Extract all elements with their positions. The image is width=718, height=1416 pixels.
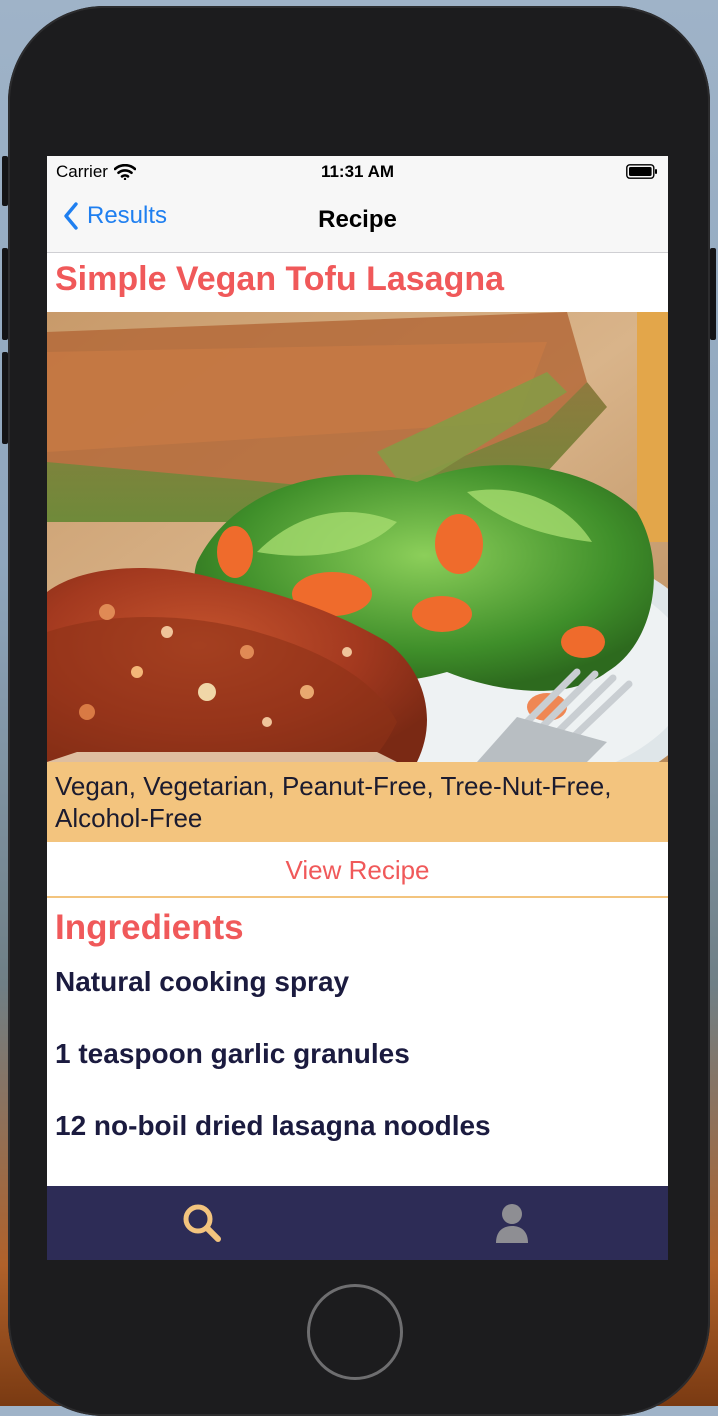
ingredient-item: 1 teaspoon garlic granules xyxy=(55,1038,410,1069)
home-button[interactable] xyxy=(307,1284,403,1380)
ingredients-list: Natural cooking spray 1 teaspoon garlic … xyxy=(55,966,491,1182)
volume-up-button xyxy=(2,248,8,340)
battery-icon xyxy=(626,164,657,179)
volume-down-button xyxy=(2,352,8,444)
tab-profile[interactable] xyxy=(357,1186,667,1260)
mute-switch xyxy=(2,156,8,206)
recipe-photo xyxy=(47,312,668,762)
tab-search[interactable] xyxy=(47,1186,357,1260)
power-button xyxy=(710,248,716,340)
status-time: 11:31 AM xyxy=(320,162,395,181)
status-bar: Carrier 11:31 AM xyxy=(47,156,668,188)
health-labels: Vegan, Vegetarian, Peanut-Free, Tree-Nut… xyxy=(47,762,668,842)
app-screen: Carrier 11:31 AM Results Recipe Simple V… xyxy=(47,156,668,1260)
tab-bar xyxy=(47,1186,668,1260)
ingredients-header: Ingredients xyxy=(55,908,244,947)
recipe-title: Simple Vegan Tofu Lasagna xyxy=(55,260,505,298)
ingredient-item: Natural cooking spray xyxy=(55,966,350,997)
ingredient-item: 12 no-boil dried lasagna noodles xyxy=(55,1110,491,1141)
view-recipe-button[interactable]: View Recipe xyxy=(47,842,668,898)
profile-icon xyxy=(496,1204,528,1243)
search-icon xyxy=(183,1204,221,1242)
navigation-bar: Results Recipe xyxy=(47,188,668,253)
nav-title: Recipe xyxy=(318,206,397,233)
